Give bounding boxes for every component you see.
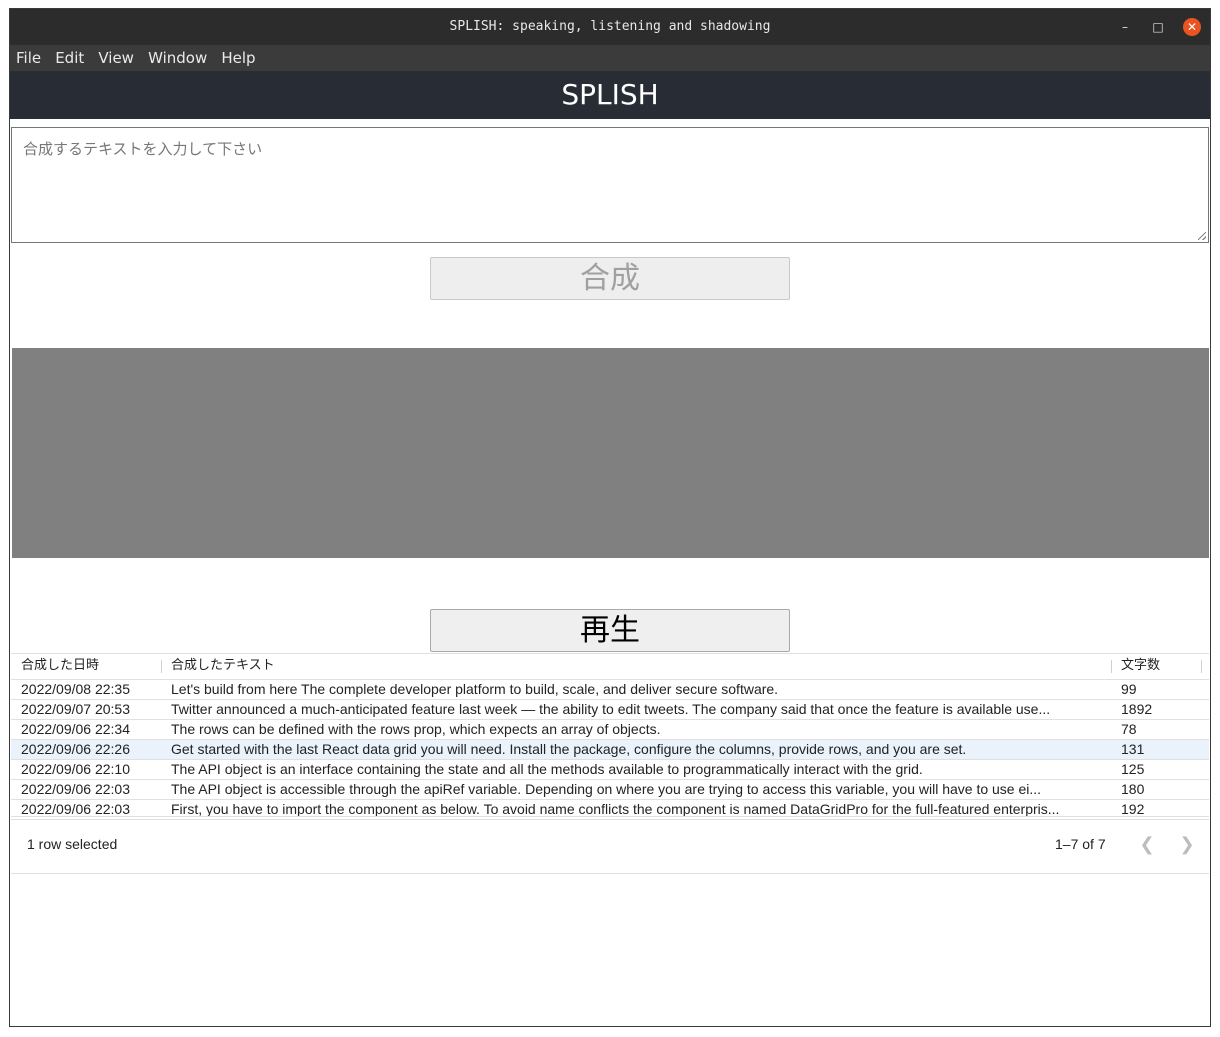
menu-bar: File Edit View Window Help [10, 45, 1210, 71]
table-row[interactable]: 2022/09/08 22:35 Let's build from here T… [11, 680, 1209, 700]
column-header-text[interactable]: 合成したテキスト [171, 654, 1106, 678]
menu-help[interactable]: Help [215, 45, 255, 71]
menu-view[interactable]: View [92, 45, 134, 71]
window-title: SPLISH: speaking, listening and shadowin… [449, 19, 771, 34]
cell-date: 2022/09/08 22:35 [21, 681, 130, 697]
menu-file[interactable]: File [10, 45, 41, 71]
chevron-right-icon[interactable]: ❯ [1177, 834, 1197, 854]
close-icon[interactable]: ✕ [1183, 18, 1201, 36]
app-window: SPLISH: speaking, listening and shadowin… [9, 8, 1211, 1027]
column-header-count[interactable]: 文字数 [1121, 654, 1201, 678]
cell-text: Twitter announced a much-anticipated fea… [171, 701, 1051, 717]
cell-count: 78 [1121, 721, 1137, 737]
resize-grip-icon[interactable] [1198, 232, 1206, 240]
text-input[interactable]: 合成するテキストを入力して下さい [11, 127, 1209, 243]
table-row[interactable]: 2022/09/06 22:10 The API object is an in… [11, 760, 1209, 780]
table-row-selected[interactable]: 2022/09/06 22:26 Get started with the la… [11, 740, 1209, 760]
cell-date: 2022/09/06 22:26 [21, 741, 130, 757]
cell-count: 180 [1121, 781, 1145, 797]
title-bar[interactable]: SPLISH: speaking, listening and shadowin… [10, 9, 1210, 45]
output-area [12, 348, 1209, 558]
cell-text: The rows can be defined with the rows pr… [171, 721, 661, 737]
column-separator[interactable] [161, 660, 162, 673]
cell-text: The API object is accessible through the… [171, 781, 1042, 797]
cell-date: 2022/09/06 22:34 [21, 721, 130, 737]
table-row[interactable]: 2022/09/06 22:34 The rows can be defined… [11, 720, 1209, 740]
cell-text: The API object is an interface containin… [171, 761, 923, 777]
cell-date: 2022/09/06 22:03 [21, 781, 130, 797]
pagination-range: 1–7 of 7 [1055, 836, 1106, 852]
cell-text: Get started with the last React data gri… [171, 741, 967, 757]
column-separator[interactable] [1111, 660, 1112, 673]
selected-count: 1 row selected [27, 836, 118, 852]
cell-count: 131 [1121, 741, 1145, 757]
column-header-date[interactable]: 合成した日時 [21, 654, 161, 678]
cell-count: 99 [1121, 681, 1137, 697]
chevron-left-icon[interactable]: ❮ [1137, 834, 1157, 854]
table-row[interactable]: 2022/09/07 20:53 Twitter announced a muc… [11, 700, 1209, 720]
history-grid: 合成した日時 合成したテキスト 文字数 2022/09/08 22:35 Let… [11, 653, 1209, 874]
cell-date: 2022/09/07 20:53 [21, 701, 130, 717]
column-separator[interactable] [1201, 660, 1202, 673]
synthesize-button[interactable]: 合成 [430, 257, 790, 300]
text-input-placeholder: 合成するテキストを入力して下さい [23, 140, 263, 158]
minimize-icon[interactable]: – [1116, 18, 1134, 36]
cell-date: 2022/09/06 22:10 [21, 761, 130, 777]
maximize-icon[interactable]: □ [1149, 18, 1167, 36]
app-title: SPLISH [561, 78, 659, 111]
play-button[interactable]: 再生 [430, 609, 790, 652]
menu-edit[interactable]: Edit [49, 45, 84, 71]
grid-header: 合成した日時 合成したテキスト 文字数 [11, 654, 1209, 680]
menu-window[interactable]: Window [142, 45, 207, 71]
cell-count: 1892 [1121, 701, 1153, 717]
grid-footer: 1 row selected 1–7 of 7 ❮ ❯ [11, 816, 1209, 873]
table-row[interactable]: 2022/09/06 22:03 The API object is acces… [11, 780, 1209, 800]
cell-count: 125 [1121, 761, 1145, 777]
app-header: SPLISH [10, 71, 1210, 119]
cell-text: Let's build from here The complete devel… [171, 681, 779, 697]
